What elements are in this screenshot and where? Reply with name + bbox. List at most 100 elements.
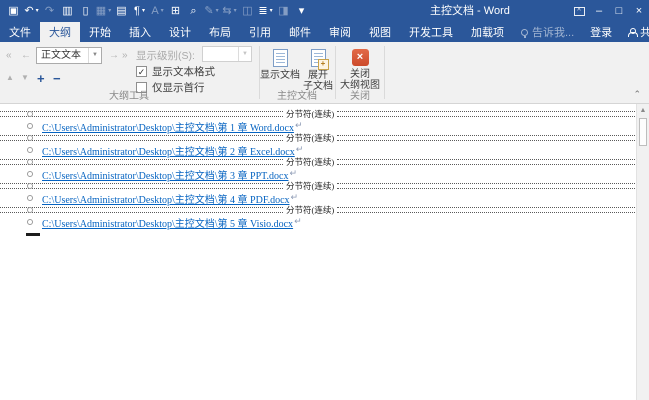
outline-tools-group-label: 大纲工具 [109, 91, 149, 102]
draw-icon[interactable]: ✎ ▾ [203, 1, 220, 21]
empty-paragraph-row [0, 233, 635, 236]
collapse-ribbon-icon[interactable]: ⌃ [633, 89, 641, 100]
reading-layout-icon: ▤ [116, 5, 127, 17]
tab-label: 开始 [89, 27, 111, 39]
sign-in-label: 登录 [590, 27, 613, 39]
paragraph-marks-icon: ¶ [134, 5, 140, 17]
print-preview-icon[interactable]: ▥ [59, 1, 76, 21]
button-label: 展开 [308, 70, 328, 81]
sign-in-button[interactable]: 登录 [582, 22, 620, 42]
window-icon: ◫ [242, 5, 253, 17]
maximize-button[interactable]: □ [609, 0, 629, 22]
master-document-group-label: 主控文档 [277, 91, 317, 102]
section-break-row: 分节符(连续) [0, 205, 635, 215]
outline-collapse-symbol[interactable] [26, 233, 40, 236]
document-canvas[interactable]: 分节符(连续) C:\Users\Administrator\Desktop\主… [0, 104, 649, 400]
return-mark: ↵ [289, 169, 298, 179]
font-icon: A [151, 5, 159, 17]
tab-label: 大纲 [49, 27, 71, 39]
return-mark: ↵ [294, 217, 302, 227]
scroll-up-icon[interactable]: ▲ [637, 104, 649, 117]
promote-to-heading1-button[interactable]: « [6, 50, 12, 61]
tab-references[interactable]: 引用 [240, 22, 280, 42]
share-button[interactable]: 共享 [620, 22, 649, 42]
save-icon: ▣ [8, 5, 19, 17]
show-level-value [203, 47, 238, 61]
tab-outline[interactable]: 大纲 [40, 22, 80, 42]
subdocument-link[interactable]: C:\Users\Administrator\Desktop\主控文档\第 3 … [42, 167, 288, 182]
window-title: 主控文档 - Word [430, 5, 510, 17]
tab-layout[interactable]: 布局 [200, 22, 240, 42]
collapse-button[interactable]: − [53, 71, 61, 86]
chevron-down-icon: ▾ [233, 8, 237, 14]
new-document-icon[interactable]: ▯ [77, 1, 94, 21]
minimize-button[interactable]: – [589, 0, 609, 22]
tab-label: 设计 [169, 27, 191, 39]
tab-label: 开发工具 [409, 27, 453, 39]
section-break-line [337, 159, 635, 165]
subdocument-link[interactable]: C:\Users\Administrator\Desktop\主控文档\第 4 … [42, 191, 290, 206]
section-break-row: 分节符(连续) [0, 157, 635, 167]
vertical-scrollbar[interactable]: ▲ [636, 104, 649, 400]
show-text-formatting-checkbox[interactable]: ✓ 显示文本格式 [136, 64, 215, 79]
qat-customize-icon[interactable]: ▾ [293, 1, 310, 21]
tab-developer[interactable]: 开发工具 [400, 22, 462, 42]
tab-design[interactable]: 设计 [160, 22, 200, 42]
book-icon[interactable]: ⊞ [167, 1, 184, 21]
tab-mailings[interactable]: 邮件 [280, 22, 320, 42]
outline-body-symbol [27, 135, 33, 141]
search-icon[interactable]: ⌕ [185, 1, 202, 21]
chevron-down-icon: ▼ [238, 47, 251, 61]
scrollbar-thumb[interactable] [639, 118, 647, 146]
promote-button[interactable]: ← [21, 50, 31, 61]
demote-to-body-button[interactable]: » [122, 50, 128, 61]
tab-view[interactable]: 视图 [360, 22, 400, 42]
show-level-dropdown[interactable]: ▼ [202, 46, 252, 62]
subdocument-link[interactable]: C:\Users\Administrator\Desktop\主控文档\第 1 … [42, 119, 294, 134]
arrows-icon[interactable]: ⇆ ▾ [221, 1, 238, 21]
group-separator [384, 46, 385, 99]
section-break-line [0, 135, 283, 141]
tab-file[interactable]: 文件 [0, 22, 40, 42]
subdocument-link[interactable]: C:\Users\Administrator\Desktop\主控文档\第 2 … [42, 143, 295, 158]
subdocument-row: C:\Users\Administrator\Desktop\主控文档\第 5 … [0, 215, 635, 230]
save-icon[interactable]: ▣ [5, 1, 22, 21]
ribbon-display-options-icon: ^ [573, 6, 585, 16]
list-icon[interactable]: ≣ ▾ [257, 1, 274, 21]
move-up-button[interactable]: ▲ [6, 73, 14, 82]
window-controls: ^ – □ × [569, 0, 649, 22]
subdocument-link[interactable]: C:\Users\Administrator\Desktop\主控文档\第 5 … [42, 215, 293, 230]
chevron-down-icon: ▾ [215, 8, 219, 14]
tab-home[interactable]: 开始 [80, 22, 120, 42]
outline-body-symbol [27, 159, 33, 165]
ribbon-display-options-button[interactable]: ^ [569, 0, 589, 22]
section-break-label: 分节符(连续) [286, 181, 335, 191]
tab-label: 加载项 [471, 27, 504, 39]
macro-icon[interactable]: ◨ [275, 1, 292, 21]
tab-addins[interactable]: 加载项 [462, 22, 513, 42]
quick-table-icon[interactable]: ▦ ▾ [95, 1, 112, 21]
show-level-label: 显示级别(S): [136, 50, 195, 62]
demote-button[interactable]: → [109, 50, 119, 61]
tab-review[interactable]: 审阅 [320, 22, 360, 42]
outline-body-symbol [27, 183, 33, 189]
expand-button[interactable]: + [37, 71, 45, 86]
window-icon[interactable]: ◫ [239, 1, 256, 21]
redo-icon[interactable]: ↷ [41, 1, 58, 21]
font-icon[interactable]: A ▾ [149, 1, 166, 21]
tab-label: 审阅 [329, 27, 351, 39]
subdocument-row: C:\Users\Administrator\Desktop\主控文档\第 4 … [0, 191, 635, 206]
outline-level-dropdown[interactable]: 正文文本 ▼ [36, 47, 102, 64]
paragraph-marks-icon[interactable]: ¶ ▾ [131, 1, 148, 21]
tab-insert[interactable]: 插入 [120, 22, 160, 42]
button-label: 关闭 [350, 69, 370, 80]
reading-layout-icon[interactable]: ▤ [113, 1, 130, 21]
minimize-icon: – [595, 5, 603, 17]
move-down-button[interactable]: ▼ [21, 73, 29, 82]
section-break-label: 分节符(连续) [286, 205, 335, 215]
close-button[interactable]: × [629, 0, 649, 22]
tell-me-box[interactable]: 告诉我... [513, 22, 582, 42]
undo-icon[interactable]: ↶ ▾ [23, 1, 40, 21]
close-outline-view-icon: × [351, 49, 369, 66]
expand-subdocuments-icon [310, 49, 329, 70]
